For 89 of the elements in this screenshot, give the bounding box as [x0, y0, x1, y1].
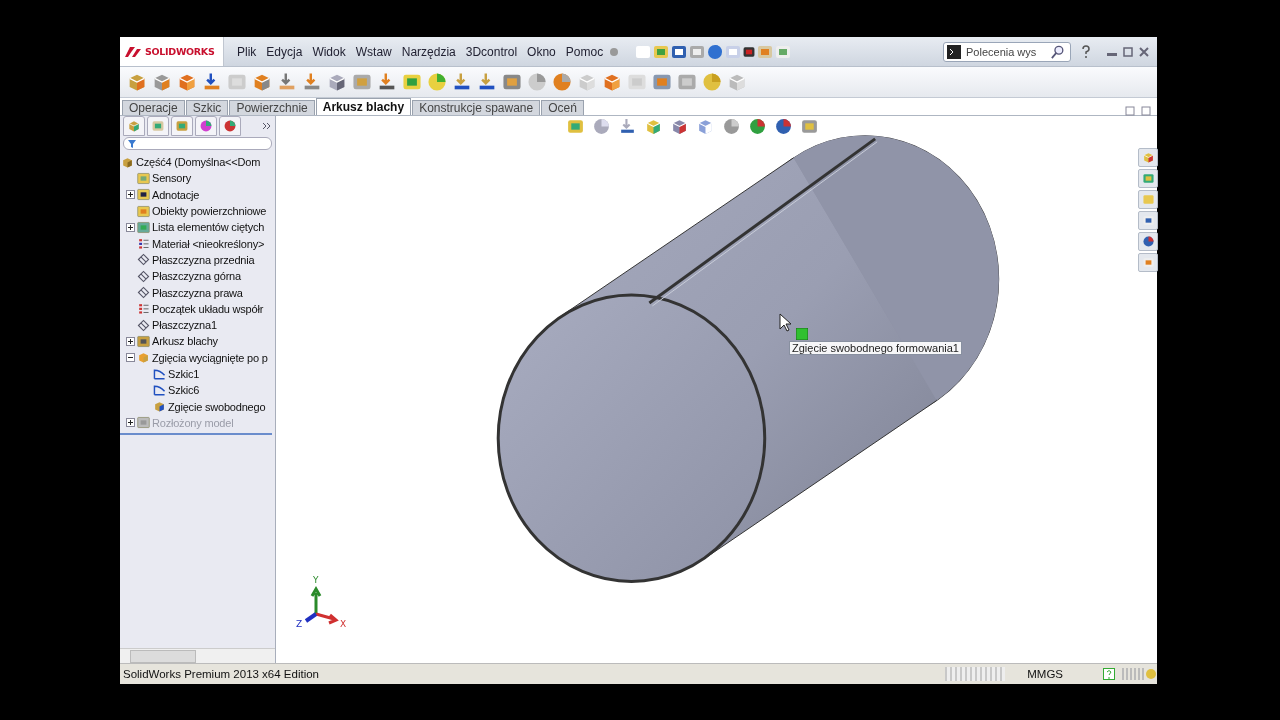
collapse-icon[interactable]	[126, 353, 135, 363]
tree-item[interactable]: Zgięcia wyciągnięte po p	[120, 349, 275, 366]
tile-icon[interactable]	[1125, 106, 1135, 116]
tree-item[interactable]: Materiał <nieokreślony>	[120, 235, 275, 252]
filter-icon	[128, 139, 136, 148]
more-icon[interactable]	[262, 122, 272, 130]
tree-item[interactable]: Arkusz blachy	[120, 333, 275, 350]
tree-item[interactable]: Zgięcie swobodnego	[120, 398, 275, 415]
tree-label: Obiekty powierzchniowe	[152, 205, 267, 218]
expand-icon[interactable]	[126, 190, 135, 200]
command-tab[interactable]: Operacje	[122, 100, 185, 115]
menu-item[interactable]: 3Dcontrol	[460, 44, 523, 59]
sketch-icon	[153, 383, 166, 397]
expand-icon[interactable]	[126, 222, 135, 232]
tree-label: Szkic1	[168, 368, 200, 380]
tree-item[interactable]: Obiekty powierzchniowe	[120, 202, 275, 220]
tile-icon[interactable]	[1141, 106, 1151, 116]
menu-item[interactable]: Plik	[232, 44, 262, 59]
tree-label: Płaszczyzna górna	[152, 270, 241, 283]
tree-label: Adnotacje	[152, 188, 200, 201]
tree-label: Szkic6	[168, 384, 200, 397]
view-tool-icon[interactable]	[748, 117, 767, 136]
units-indicator[interactable]: MMGS	[1027, 668, 1063, 680]
view-tool-icon[interactable]	[800, 117, 819, 136]
view-tool-icon[interactable]	[618, 117, 637, 136]
menu-item[interactable]: Pomoc	[560, 44, 609, 59]
tree-label: Początek układu współr	[152, 302, 264, 315]
filter-field[interactable]	[123, 137, 272, 150]
tree-label: Płaszczyzna1	[152, 319, 217, 332]
material-icon	[137, 237, 150, 251]
close-icon[interactable]	[1139, 46, 1149, 57]
scrollbar[interactable]	[120, 648, 275, 663]
tooltip: Zgięcie swobodnego formowania1	[789, 341, 962, 355]
tree-item[interactable]: Lista elementów ciętych	[120, 219, 275, 236]
tree-item[interactable]: Początek układu współr	[120, 300, 275, 317]
tree-item[interactable]: Adnotacje	[120, 186, 275, 203]
tree-label: Sensory	[152, 172, 191, 185]
tree-label: Zgięcia wyciągnięte po p	[152, 351, 268, 364]
axis-label: X	[340, 619, 347, 629]
restore-icon[interactable]	[1123, 46, 1133, 57]
tree-label: Płaszczyzna przednia	[152, 253, 255, 266]
tree-item[interactable]: Sensory	[120, 170, 275, 187]
view-tool-icon[interactable]	[644, 117, 663, 136]
tree-item[interactable]: Płaszczyzna prawa	[120, 284, 275, 301]
plane-icon	[137, 269, 150, 283]
tree-item[interactable]: Płaszczyzna przednia	[120, 251, 275, 269]
tree-item[interactable]: Szkic6	[120, 382, 275, 399]
tree-label: Część4 (Domyślna<<Dom	[136, 156, 261, 169]
status-text: SolidWorks Premium 2013 x64 Edition	[123, 668, 320, 680]
axis-triad-drawing	[304, 585, 339, 625]
tree-label: Materiał <nieokreślony>	[152, 237, 265, 250]
tree-label: Zgięcie swobodnego	[168, 400, 266, 413]
command-tab[interactable]: Powierzchnie	[229, 100, 315, 115]
command-tab[interactable]: Oceń	[541, 100, 584, 115]
tree-item[interactable]: Szkic1	[120, 365, 275, 383]
help-status-icon[interactable]	[1103, 668, 1115, 680]
menu-item[interactable]: Wstaw	[350, 44, 397, 59]
part-icon	[121, 155, 134, 169]
command-tab[interactable]: Konstrukcje spawane	[412, 100, 541, 115]
axis-label: Y	[313, 575, 319, 585]
menu-item[interactable]: Widok	[307, 44, 351, 59]
rebuild-meter	[945, 667, 1006, 681]
tree-label: Arkusz blachy	[152, 335, 218, 348]
axis-label: Z	[296, 619, 303, 629]
menu-item[interactable]: Narzędzia	[396, 44, 461, 59]
cursor-icon	[779, 313, 793, 333]
logo-mark-icon	[124, 44, 142, 59]
plane-icon	[137, 286, 150, 299]
view-tool-icon[interactable]	[722, 117, 741, 136]
menu-item[interactable]: Okno	[522, 44, 561, 59]
view-tool-icon[interactable]	[774, 117, 793, 136]
search-icon[interactable]	[1051, 44, 1065, 59]
tree-label: Płaszczyzna prawa	[152, 286, 243, 299]
tree-item[interactable]: Część4 (Domyślna<<Dom	[120, 154, 275, 171]
help-icon[interactable]	[1079, 44, 1093, 59]
tree-label: Rozłożony model	[152, 416, 234, 429]
tree-item[interactable]: Płaszczyzna górna	[120, 268, 275, 285]
command-tab[interactable]: Szkic	[185, 100, 229, 115]
plane-icon	[137, 253, 150, 267]
view-tool-icon[interactable]	[670, 117, 689, 136]
logo-text: SOLIDWORKS	[145, 46, 215, 57]
command-tab[interactable]: Arkusz blachy	[315, 98, 412, 115]
menu-item[interactable]: Edycja	[261, 44, 308, 59]
tree-item[interactable]: Płaszczyzna1	[120, 316, 275, 334]
expand-icon[interactable]	[126, 336, 135, 346]
view-tool-icon[interactable]	[566, 117, 585, 136]
plane-icon	[137, 318, 150, 332]
tree-label: Lista elementów ciętych	[152, 221, 265, 234]
sketch-icon	[153, 367, 166, 381]
